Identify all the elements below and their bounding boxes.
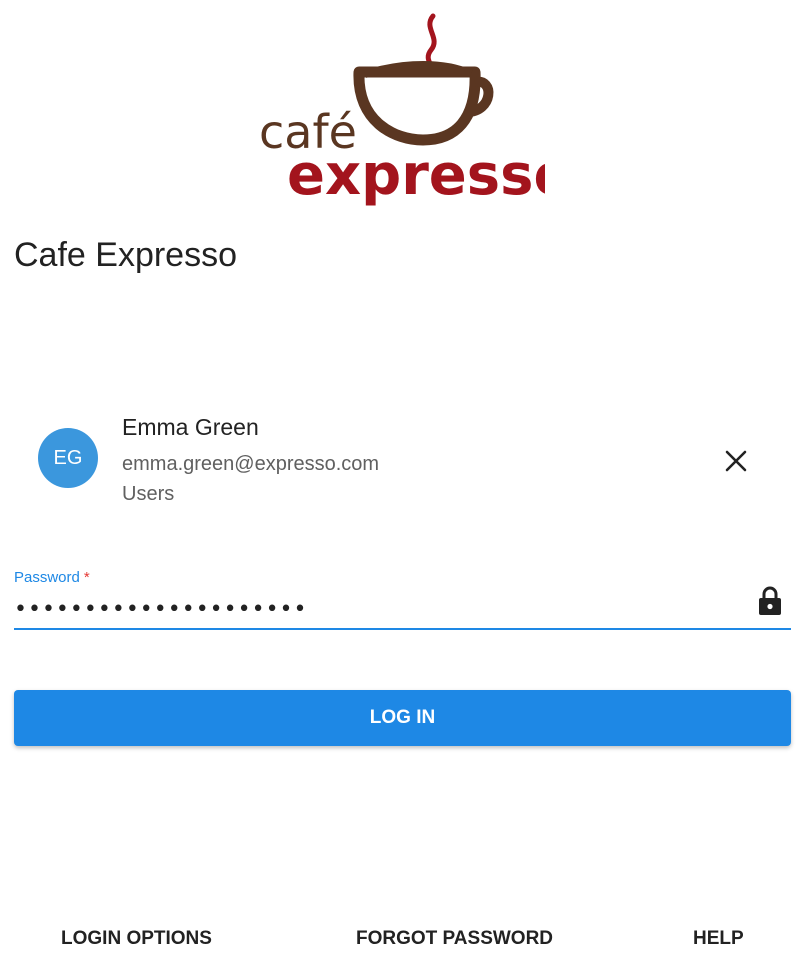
selected-account-card: EG Emma Green emma.green@expresso.com Us… (0, 405, 808, 515)
account-name: Emma Green (122, 414, 259, 440)
lock-icon (758, 585, 782, 617)
page-title: Cafe Expresso (14, 236, 237, 274)
required-marker: * (83, 569, 90, 586)
svg-text:expresso: expresso (287, 143, 545, 208)
coffee-cup-logo-graphic: café expresso (259, 13, 572, 208)
close-icon (725, 450, 747, 472)
password-input[interactable] (14, 592, 734, 626)
account-group: Users (122, 483, 175, 505)
password-underline (14, 628, 791, 630)
password-field: Password * (14, 566, 791, 632)
account-email: emma.green@expresso.com (122, 453, 380, 475)
login-options-link[interactable]: LOGIN OPTIONS (61, 928, 212, 950)
password-label-text: Password (14, 569, 80, 586)
login-button[interactable]: LOG IN (14, 690, 791, 746)
remove-account-button[interactable] (716, 441, 756, 481)
help-link[interactable]: HELP (693, 928, 744, 950)
avatar: EG (38, 428, 98, 488)
password-label: Password * (14, 569, 90, 586)
cafe-expresso-logo: café expresso (255, 12, 572, 208)
forgot-password-link[interactable]: FORGOT PASSWORD (356, 928, 553, 950)
lock-icon-graphic (759, 586, 781, 615)
